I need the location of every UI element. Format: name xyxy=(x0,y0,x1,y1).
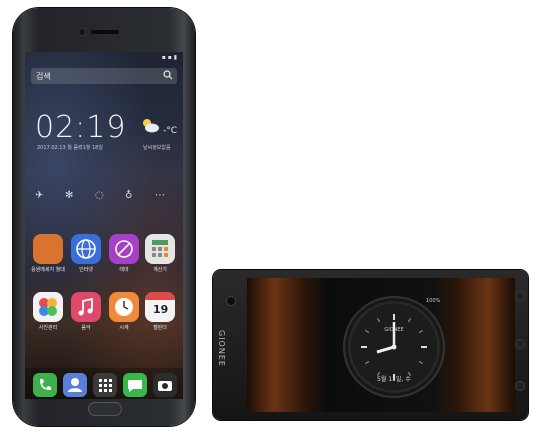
search-bar[interactable]: 검색 xyxy=(31,68,177,84)
sensor-dot xyxy=(516,382,524,390)
lock-clock-date: 2017.02.13 월 음력1월 18일 xyxy=(37,145,103,151)
app-label: 계산기 xyxy=(153,267,167,273)
music-app-icon[interactable] xyxy=(71,292,101,322)
contacts-app-icon[interactable] xyxy=(63,373,87,397)
sensor-dot xyxy=(516,340,524,348)
landscape-phone: GIONEE 100% 5월 11일, 수 xyxy=(213,270,528,420)
app-label: 인터넷 xyxy=(79,267,93,273)
lock-date: 5월 11일, 수 xyxy=(377,376,411,383)
camera-app-icon[interactable] xyxy=(153,373,177,397)
app-label: 시계 xyxy=(119,325,129,331)
status-bar: ▪ ▪ ▮ xyxy=(25,52,183,64)
gallery-app-icon[interactable] xyxy=(33,292,63,322)
app-dock xyxy=(25,368,183,399)
brightness-icon[interactable]: ✻ xyxy=(65,190,73,201)
front-camera xyxy=(79,29,85,35)
calculator-app-icon[interactable] xyxy=(145,234,175,264)
phone-app-icon[interactable] xyxy=(33,373,57,397)
clock-app-icon[interactable] xyxy=(109,292,139,322)
app-label: 응원메세지 월대 xyxy=(31,267,65,273)
brand-logo: GIONEE xyxy=(217,330,226,367)
earpiece-speaker xyxy=(91,30,119,34)
data-icon[interactable]: ◌ xyxy=(95,190,104,201)
theme-app-icon[interactable] xyxy=(109,234,139,264)
more-icon[interactable]: ⋯ xyxy=(155,190,165,201)
app-label: 캘린더 xyxy=(153,325,167,331)
home-button[interactable] xyxy=(88,402,122,416)
app-label: 사진관리 xyxy=(38,325,58,331)
weather-temperature: -°C xyxy=(163,126,178,136)
airplane-icon[interactable]: ✈ xyxy=(35,190,43,201)
calendar-app-icon[interactable]: 19 xyxy=(145,292,175,322)
front-camera xyxy=(227,297,235,305)
portrait-phone: ▪ ▪ ▮ 검색 02:19 2017.02.13 월 음력1월 18일 -°C… xyxy=(13,8,195,426)
sensor-dot xyxy=(516,292,524,300)
hour-hand xyxy=(376,345,395,354)
globe-app-icon[interactable] xyxy=(71,234,101,264)
character-app-icon[interactable] xyxy=(33,234,63,264)
search-icon[interactable] xyxy=(163,70,173,80)
message-app-icon[interactable] xyxy=(123,373,147,397)
portrait-phone-screen: ▪ ▪ ▮ 검색 02:19 2017.02.13 월 음력1월 18일 -°C… xyxy=(25,52,183,399)
quick-toggle-row: ✈ ✻ ◌ ♁ ⋯ xyxy=(25,190,183,204)
weather-cloud-sun-icon xyxy=(143,119,159,133)
apps-grid-icon[interactable] xyxy=(93,373,117,397)
location-icon[interactable]: ♁ xyxy=(125,190,132,201)
app-label: 테마 xyxy=(119,267,129,273)
status-icons: ▪ ▪ ▮ xyxy=(161,54,177,61)
lock-clock-time: 02:19 xyxy=(35,110,127,145)
calendar-day: 19 xyxy=(153,303,169,316)
weather-city: 날씨정보없음 xyxy=(143,145,171,151)
search-label: 검색 xyxy=(36,72,51,81)
app-label: 음악 xyxy=(81,325,91,331)
landscape-phone-screen: 100% GIONEE xyxy=(247,278,515,412)
